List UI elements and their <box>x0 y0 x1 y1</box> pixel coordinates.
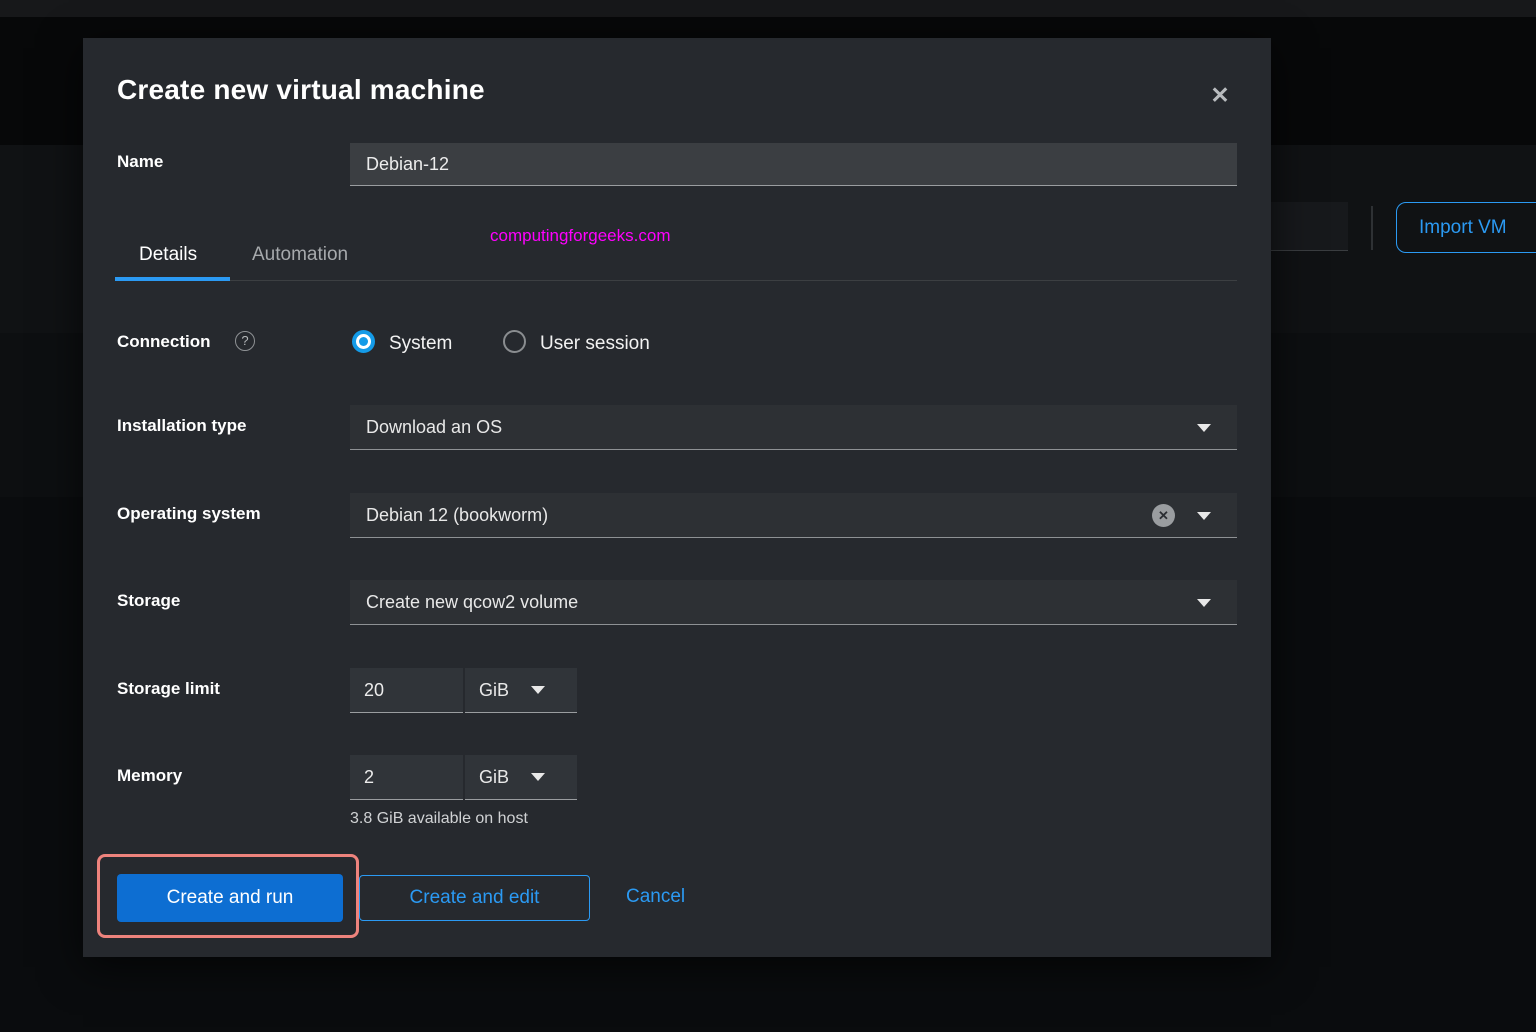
storage-limit-unit-select[interactable]: GiB <box>465 668 577 713</box>
watermark-text: computingforgeeks.com <box>490 226 670 246</box>
radio-system[interactable] <box>352 330 375 353</box>
memory-unit-value: GiB <box>479 767 509 788</box>
caret-down-icon <box>1197 424 1211 432</box>
installation-type-label: Installation type <box>117 416 246 436</box>
caret-down-icon <box>1197 512 1211 520</box>
create-and-run-button[interactable]: Create and run <box>117 874 343 922</box>
toolbar-divider <box>1371 206 1373 250</box>
import-vm-button[interactable]: Import VM <box>1396 202 1536 253</box>
name-label: Name <box>117 152 163 172</box>
active-tab-underline <box>115 277 230 281</box>
dialog-title: Create new virtual machine <box>117 74 485 106</box>
operating-system-select[interactable]: Debian 12 (bookworm) ✕ <box>350 493 1237 538</box>
radio-system-label[interactable]: System <box>389 333 452 355</box>
operating-system-value: Debian 12 (bookworm) <box>366 505 548 526</box>
storage-value: Create new qcow2 volume <box>366 592 578 613</box>
create-and-edit-button[interactable]: Create and edit <box>359 875 590 921</box>
tab-automation[interactable]: Automation <box>252 230 348 279</box>
tab-divider <box>115 280 1237 281</box>
radio-user-session[interactable] <box>503 330 526 353</box>
cancel-button[interactable]: Cancel <box>626 886 685 908</box>
caret-down-icon <box>1197 599 1211 607</box>
operating-system-label: Operating system <box>117 504 261 524</box>
installation-type-value: Download an OS <box>366 417 502 438</box>
caret-down-icon <box>531 686 545 694</box>
storage-limit-input[interactable] <box>350 668 463 713</box>
question-circle-icon[interactable]: ? <box>235 331 255 351</box>
storage-select[interactable]: Create new qcow2 volume <box>350 580 1237 625</box>
create-vm-dialog: Create new virtual machine ✕ Name Detail… <box>83 38 1271 957</box>
name-input[interactable] <box>350 143 1237 186</box>
radio-user-session-label[interactable]: User session <box>540 333 650 355</box>
close-icon[interactable]: ✕ <box>1205 80 1235 110</box>
memory-helper-text: 3.8 GiB available on host <box>350 810 528 828</box>
caret-down-icon <box>531 773 545 781</box>
clear-selection-icon[interactable]: ✕ <box>1152 504 1175 527</box>
memory-input[interactable] <box>350 755 463 800</box>
storage-limit-label: Storage limit <box>117 679 220 699</box>
connection-label: Connection <box>117 332 211 352</box>
storage-limit-unit-value: GiB <box>479 680 509 701</box>
tab-details[interactable]: Details <box>139 230 197 279</box>
storage-label: Storage <box>117 591 180 611</box>
top-strip <box>0 0 1536 17</box>
memory-unit-select[interactable]: GiB <box>465 755 577 800</box>
installation-type-select[interactable]: Download an OS <box>350 405 1237 450</box>
memory-label: Memory <box>117 766 182 786</box>
